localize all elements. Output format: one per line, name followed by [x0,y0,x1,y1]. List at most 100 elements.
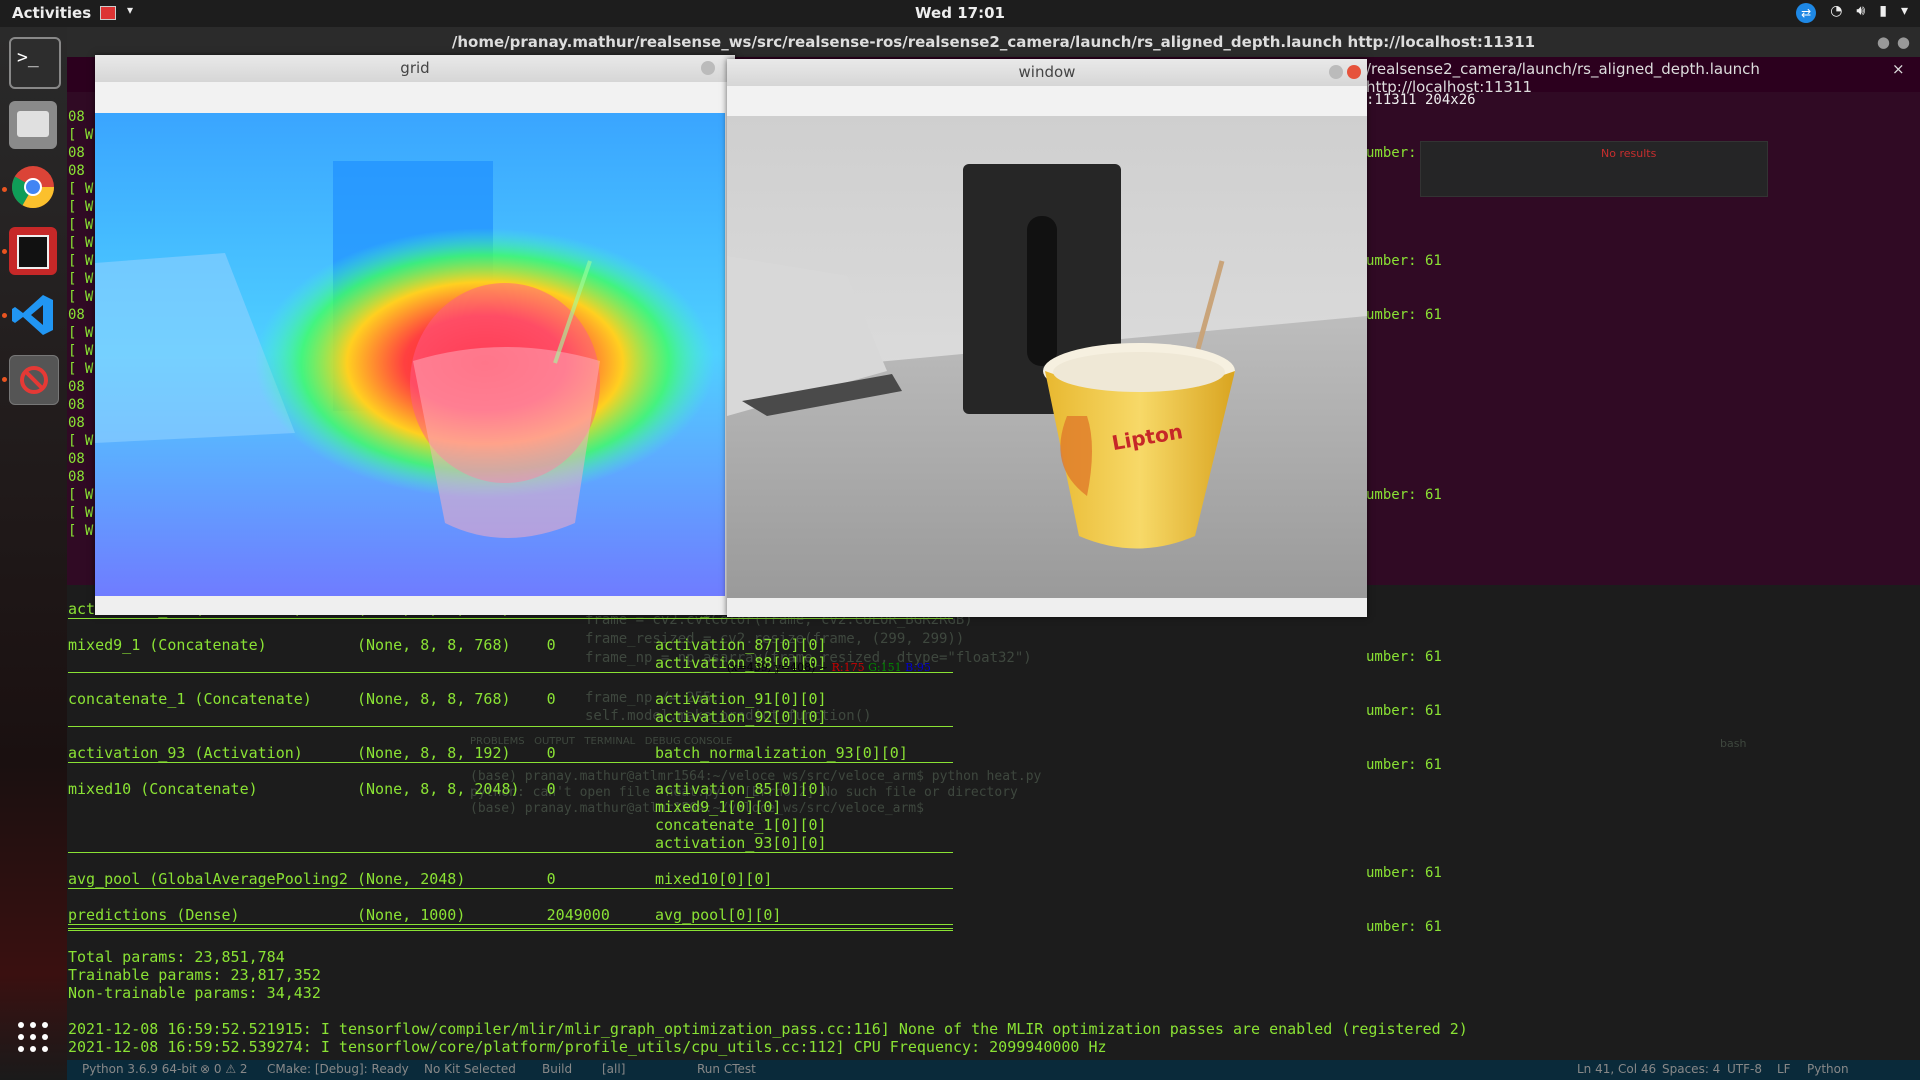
minimize-icon[interactable] [701,61,715,75]
close-icon[interactable] [1347,65,1361,79]
camera-window-title-bar[interactable]: window [727,59,1367,86]
find-widget[interactable]: No results [1420,141,1768,197]
encoding[interactable]: UTF-8 [1727,1062,1762,1076]
running-indicator [2,313,7,318]
python-interpreter[interactable]: Python 3.6.9 64-bit [82,1062,197,1076]
minimize-icon[interactable]: ● [1877,27,1890,57]
log-line: 08 [68,415,85,431]
log-line: [ W [68,271,94,287]
log-line: 2021-12-08 16:59:52.521915: I tensorflow… [68,1020,1468,1038]
indentation[interactable]: Spaces: 4 [1662,1062,1720,1076]
camera-window[interactable]: window Lipton (x=459, y=408) ~ R:175 G:1… [727,59,1367,674]
log-line: 08 [68,379,85,395]
problems-count[interactable]: ⊗ 0 ⚠ 2 [200,1062,248,1076]
running-indicator [2,187,7,192]
log-line: [ W [68,487,94,503]
battery-icon[interactable]: ▮ [1879,3,1887,23]
terminal-title: /home/pranay.mathur/realsense_ws/src/rea… [451,33,1536,51]
log-line: umber: 61 [1366,307,1442,323]
log-line: [ W [68,343,94,359]
grid-window[interactable]: grid [95,55,735,615]
close-icon[interactable]: ● [1897,27,1910,57]
log-line: [ W [68,325,94,341]
divider [68,928,953,931]
eol[interactable]: LF [1777,1062,1791,1076]
vscode-launcher-icon[interactable] [9,291,57,339]
top-bar: Activities ▾ Wed 17:01 ⇄ ◔ 🔊︎ ▮ ▾ [0,0,1920,27]
log-line: [ W [68,235,94,251]
pixel-g: G:151 [868,661,902,674]
log-line: [ W [68,289,94,305]
log-line: 08 [68,397,85,413]
volume-icon[interactable]: 🔊︎ [1856,3,1865,23]
build-target[interactable]: [all] [602,1062,625,1076]
running-indicator [2,249,7,254]
input-method-chevron-icon[interactable]: ▾ [127,3,133,17]
terminal-tab-title: /realsense2_camera/launch/rs_aligned_dep… [1366,60,1760,96]
log-line: [ W [68,505,94,521]
chrome-launcher-icon[interactable] [9,163,57,211]
window-title: grid [400,59,430,77]
toolbar [95,82,735,113]
files-launcher-icon[interactable] [9,101,57,149]
log-line: umber: 61 [1366,649,1442,665]
opencv-window-launcher-icon[interactable] [9,355,59,405]
log-line: 08 [68,145,85,161]
running-indicator [2,377,7,382]
system-tray[interactable]: ⇄ ◔ 🔊︎ ▮ ▾ [1796,3,1908,23]
clock[interactable]: Wed 17:01 [0,4,1920,22]
log-line: 2021-12-08 16:59:52.539274: I tensorflow… [68,1038,1107,1056]
terminal-pane-title: :11311 204x26 [1366,92,1476,108]
log-line: umber: 61 [1366,919,1442,935]
heatmap-image[interactable] [95,113,725,596]
dock: >_ [0,27,67,1080]
log-line: 08 [68,109,85,125]
cursor-position[interactable]: Ln 41, Col 46 [1577,1062,1656,1076]
toolbar [727,86,1367,116]
kit-selector[interactable]: No Kit Selected [424,1062,516,1076]
terminal-launcher-icon[interactable]: >_ [9,37,61,89]
table-row: activation_93 (Activation) (None, 8, 8, … [68,744,953,763]
log-line: [ W [68,433,94,449]
grid-window-title-bar[interactable]: grid [95,55,735,82]
terminator-launcher-icon[interactable] [9,227,57,275]
log-line: [ W [68,523,94,539]
pixel-readout: (x=459, y=408) ~ R:175 G:151 B:95 [727,661,1367,675]
activities-button[interactable]: Activities [12,4,91,22]
camera-image[interactable]: Lipton [727,116,1367,598]
terminal-title-bar[interactable]: /home/pranay.mathur/realsense_ws/src/rea… [67,27,1920,57]
left-log-column: 08 [ W 08 08 [ W [ W [ W [ W [ W [ W [ W 08 [ W [ W [ … [68,108,98,540]
teamviewer-icon[interactable]: ⇄ [1796,3,1817,23]
run-ctest-button[interactable]: Run CTest [697,1062,756,1076]
log-line: umber: 61 [1366,487,1442,503]
power-menu-chevron-icon[interactable]: ▾ [1901,3,1908,23]
tab-close-icon[interactable]: × [1892,60,1905,78]
log-line: umber: 61 [1366,253,1442,269]
status-bar: Python 3.6.9 64-bit ⊗ 0 ⚠ 2 CMake: [Debu… [67,1060,1920,1080]
trainable-params: Trainable params: 23,817,352 [68,966,321,984]
log-line: 08 [68,163,85,179]
language-mode[interactable]: Python [1807,1062,1849,1076]
log-line: umber: 61 [1366,703,1442,719]
table-row: avg_pool (GlobalAveragePooling2 (None, 2… [68,870,953,889]
table-row: predictions (Dense) (None, 1000) 2049000… [68,906,953,925]
table-row: concatenate_1 (Concatenate) (None, 8, 8,… [68,690,953,727]
flag-icon[interactable] [100,6,116,20]
pixel-b: B:95 [905,661,931,674]
pixel-coords: (x=459, y=408) ~ [727,661,832,674]
log-line: 08 [68,307,85,323]
shell-selector[interactable]: bash [1720,737,1746,750]
show-applications-icon[interactable] [16,1020,50,1054]
log-line: umber: 61 [1366,757,1442,773]
minimize-icon[interactable] [1329,65,1343,79]
total-params: Total params: 23,851,784 [68,948,285,966]
log-line: umber: 61 [1366,865,1442,881]
wifi-icon[interactable]: ◔ [1830,3,1842,23]
log-line: [ W [68,199,94,215]
table-row: mixed10 (Concatenate) (None, 8, 8, 2048)… [68,780,953,853]
build-button[interactable]: Build [542,1062,572,1076]
log-line: 08 [68,469,85,485]
right-log: umber: 61 umber: 61 umber: 61 umber: 61 … [1366,108,1442,954]
cmake-status[interactable]: CMake: [Debug]: Ready [267,1062,409,1076]
pixel-r: R:175 [831,661,865,674]
